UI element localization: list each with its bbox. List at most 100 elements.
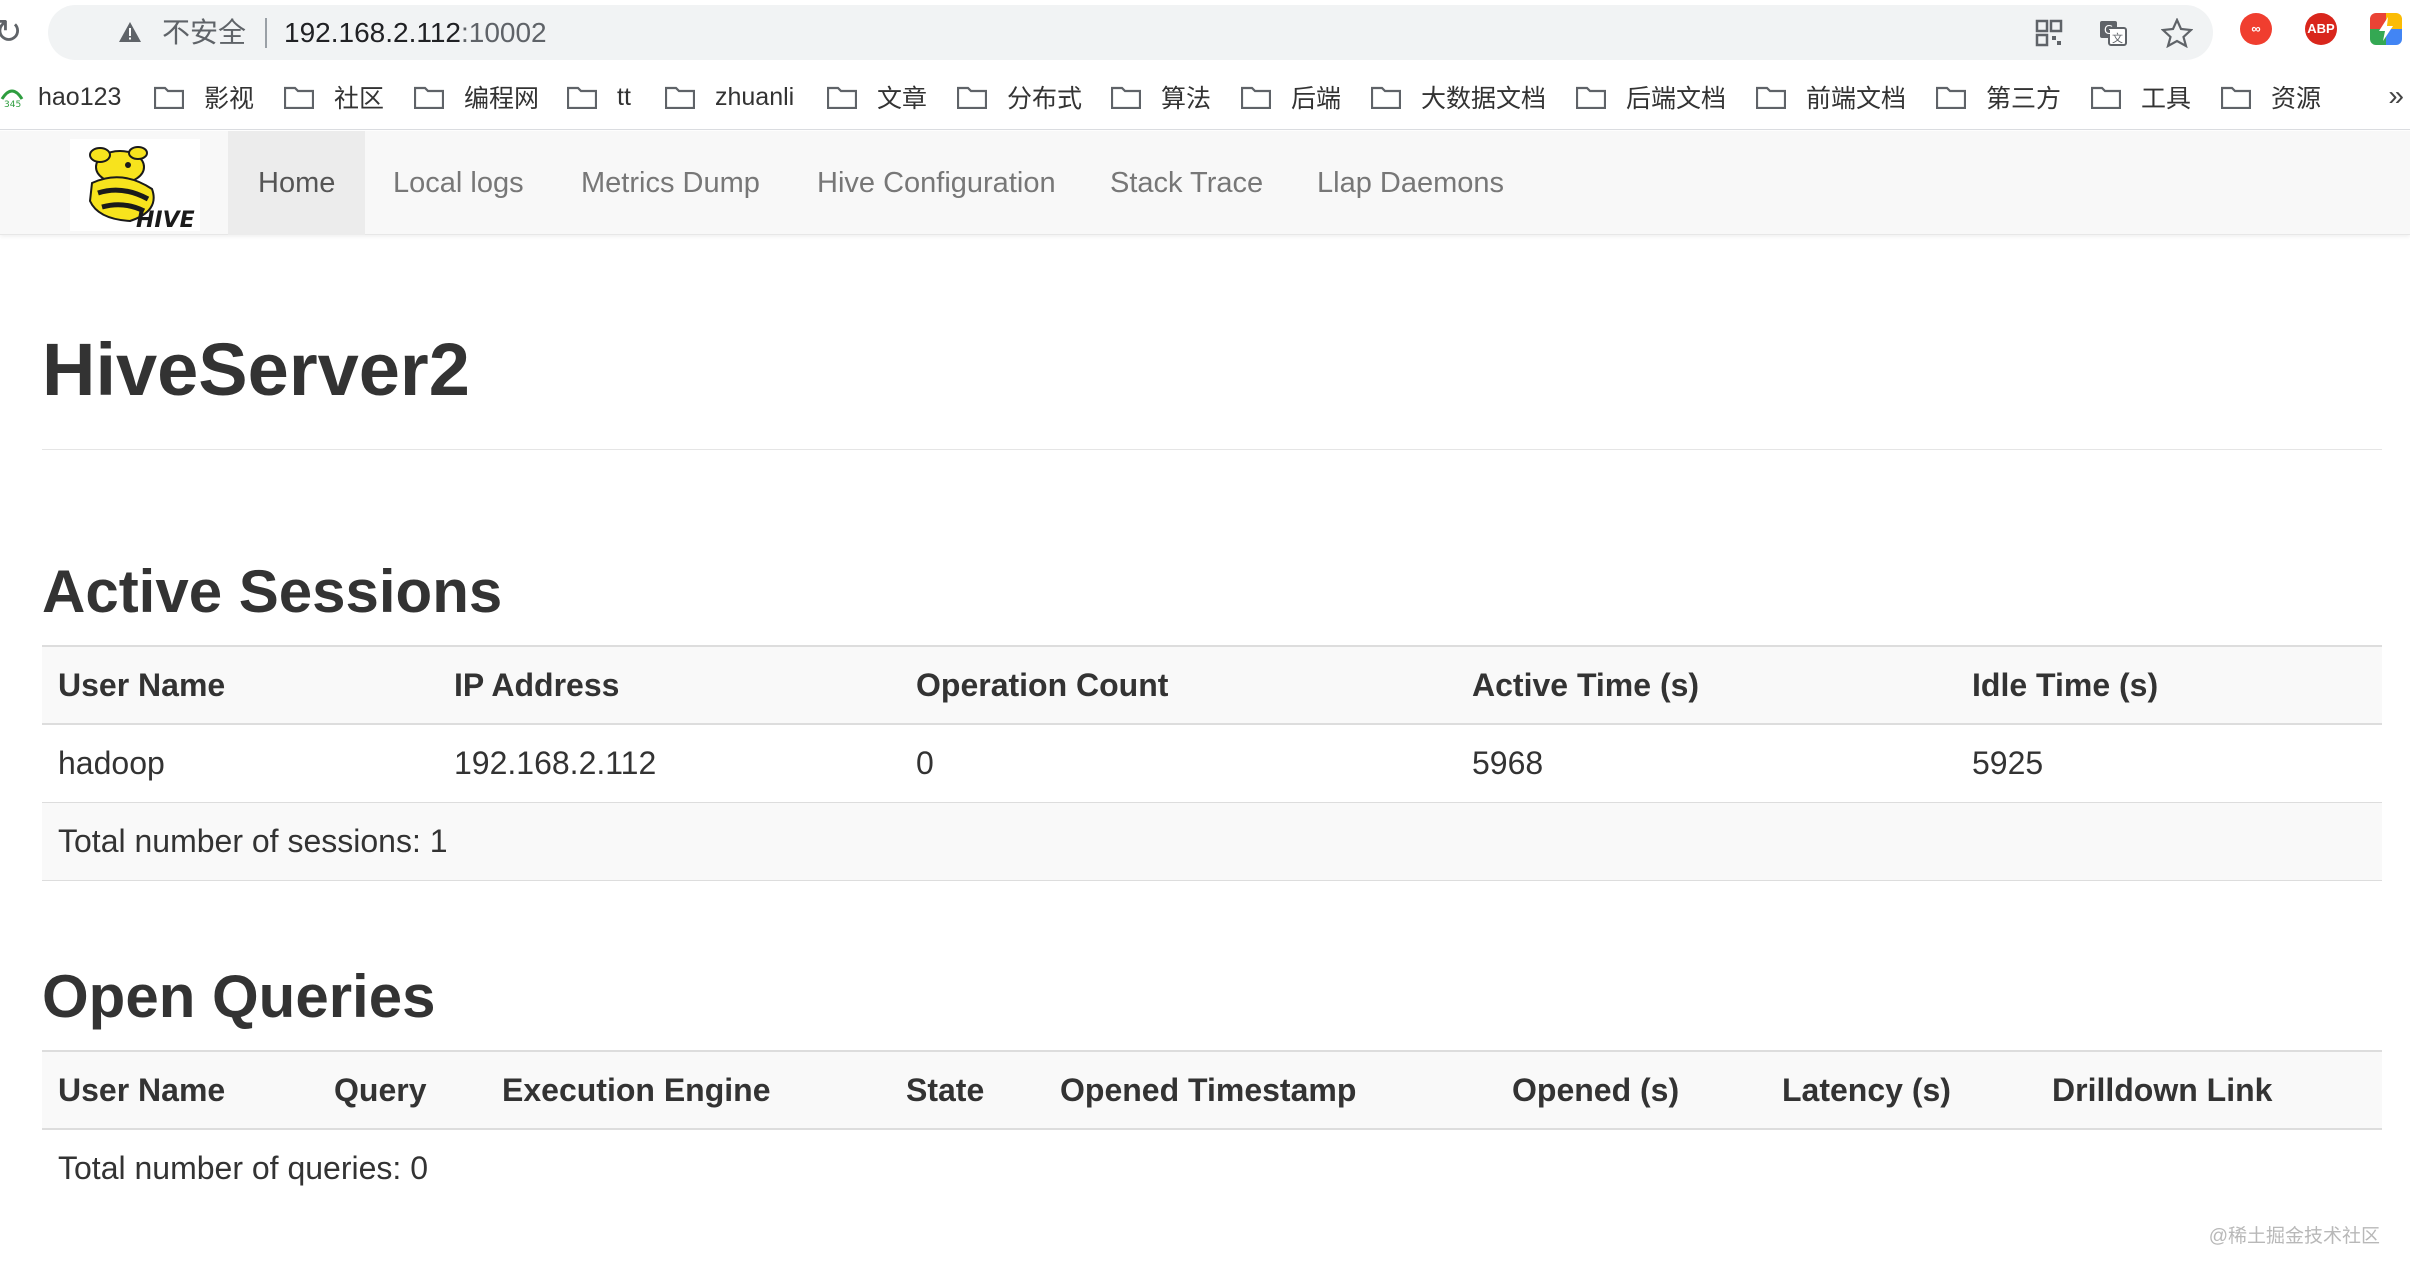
translate-icon[interactable]: G 文	[2097, 18, 2129, 48]
hao123-favicon-icon: 345	[0, 89, 24, 109]
bookmark-label: tt	[617, 82, 631, 111]
cell-user-name: hadoop	[58, 744, 165, 781]
bookmarks-bar: 345 hao123 影视 社区 编程网 tt zhuanli 文章 分布式 算…	[0, 66, 2410, 130]
nav-hive-configuration[interactable]: Hive Configuration	[787, 131, 1086, 235]
colorful-extension-icon[interactable]	[2370, 13, 2402, 45]
column-header[interactable]: Latency (s)	[1766, 1051, 2036, 1129]
watermark: @稀土掘金技术社区	[2208, 1226, 2380, 1247]
cell-operation-count: 0	[916, 744, 934, 781]
bookmark-label: 编程网	[464, 85, 540, 113]
active-sessions-title: Active Sessions	[42, 558, 503, 625]
hive-logo-icon[interactable]: HIVE	[70, 139, 200, 231]
column-header[interactable]: Query	[318, 1051, 486, 1129]
bookmark-folder[interactable]: 算法	[1110, 80, 1212, 114]
address-bar[interactable]: 不安全 192.168.2.112:10002 G 文	[48, 5, 2213, 60]
folder-icon	[1755, 85, 1787, 110]
bookmark-label: hao123	[38, 82, 122, 111]
svg-text:345: 345	[4, 100, 21, 109]
folder-icon	[566, 85, 598, 110]
bookmark-label: 第三方	[1986, 85, 2062, 113]
table-row: hadoop 192.168.2.112 0 5968 5925	[42, 724, 2382, 802]
bookmark-label: 大数据文档	[1421, 85, 1547, 113]
column-header[interactable]: IP Address	[438, 646, 900, 724]
warning-icon[interactable]	[118, 21, 142, 43]
table-header-row: User Name Query Execution Engine State O…	[42, 1051, 2382, 1129]
column-header[interactable]: Active Time (s)	[1456, 646, 1956, 724]
open-queries-title: Open Queries	[42, 963, 436, 1030]
bookmark-label: 后端	[1291, 85, 1342, 113]
folder-icon	[283, 85, 315, 110]
column-header[interactable]: User Name	[42, 646, 438, 724]
active-sessions-table: User Name IP Address Operation Count Act…	[42, 645, 2382, 881]
bookmark-folder[interactable]: 工具	[2090, 80, 2192, 114]
bookmark-folder[interactable]: 大数据文档	[1370, 80, 1547, 114]
bookmark-label: zhuanli	[715, 82, 795, 111]
hive-navbar: HIVE Home Local logs Metrics Dump Hive C…	[0, 131, 2410, 235]
bookmark-folder[interactable]: 前端文档	[1755, 80, 1907, 114]
column-header[interactable]: Opened (s)	[1496, 1051, 1766, 1129]
queries-total: Total number of queries: 0	[58, 1150, 428, 1186]
folder-icon	[413, 85, 445, 110]
table-header-row: User Name IP Address Operation Count Act…	[42, 646, 2382, 724]
title-divider	[42, 449, 2382, 450]
column-header[interactable]: Opened Timestamp	[1044, 1051, 1496, 1129]
folder-icon	[1935, 85, 1967, 110]
bookmark-label: 资源	[2271, 85, 2322, 113]
bookmark-folder[interactable]: 资源	[2220, 80, 2322, 114]
reload-icon[interactable]: ↻	[0, 14, 24, 50]
bookmark-label: 前端文档	[1806, 85, 1907, 113]
folder-icon	[826, 85, 858, 110]
open-queries-table: User Name Query Execution Engine State O…	[42, 1050, 2382, 1207]
qr-code-icon[interactable]	[2033, 18, 2065, 48]
nav-local-logs[interactable]: Local logs	[363, 131, 554, 235]
browser-toolbar: ↻ 不安全 192.168.2.112:10002 G 文 ∞ ABP	[0, 0, 2410, 66]
folder-icon	[1240, 85, 1272, 110]
insecure-label[interactable]: 不安全	[162, 17, 246, 49]
folder-icon	[153, 85, 185, 110]
bookmark-label: 工具	[2141, 85, 2192, 113]
bookmark-folder[interactable]: 后端	[1240, 80, 1342, 114]
omnibox-separator	[265, 18, 267, 48]
bookmark-label: 算法	[1161, 85, 1212, 113]
folder-icon	[956, 85, 988, 110]
star-bookmark-icon[interactable]	[2161, 18, 2193, 48]
table-total-row: Total number of sessions: 1	[42, 802, 2382, 880]
table-total-row: Total number of queries: 0	[42, 1129, 2382, 1207]
folder-icon	[1370, 85, 1402, 110]
nav-stack-trace[interactable]: Stack Trace	[1080, 131, 1293, 235]
bookmark-label: 分布式	[1007, 85, 1083, 113]
folder-icon	[1575, 85, 1607, 110]
nav-metrics-dump[interactable]: Metrics Dump	[551, 131, 790, 235]
bookmark-folder[interactable]: 分布式	[956, 80, 1083, 114]
bookmark-folder[interactable]: 影视	[153, 80, 255, 114]
bookmark-folder[interactable]: 社区	[283, 80, 385, 114]
column-header[interactable]: User Name	[42, 1051, 318, 1129]
nav-home[interactable]: Home	[228, 131, 366, 235]
bookmark-folder[interactable]: 文章	[826, 80, 928, 114]
bookmark-folder[interactable]: 第三方	[1935, 80, 2062, 114]
column-header[interactable]: Operation Count	[900, 646, 1456, 724]
sessions-total: Total number of sessions: 1	[58, 822, 448, 859]
infinity-extension-icon[interactable]: ∞	[2240, 13, 2272, 45]
bookmark-label: 影视	[204, 85, 255, 113]
url-text[interactable]: 192.168.2.112:10002	[284, 17, 547, 49]
column-header[interactable]: Drilldown Link	[2036, 1051, 2382, 1129]
bookmark-label: 社区	[334, 85, 385, 113]
bookmark-folder[interactable]: tt	[566, 80, 631, 114]
bookmark-hao123[interactable]: 345 hao123	[0, 80, 121, 114]
adblock-plus-icon[interactable]: ABP	[2305, 13, 2337, 45]
svg-text:文: 文	[2112, 31, 2123, 45]
bookmark-folder[interactable]: 后端文档	[1575, 80, 1726, 114]
bookmarks-overflow-chevron-icon[interactable]: »	[2388, 80, 2404, 112]
bookmark-folder[interactable]: zhuanli	[664, 80, 795, 114]
url-host: 192.168.2.112	[284, 17, 461, 48]
column-header[interactable]: State	[890, 1051, 1044, 1129]
bookmark-folder[interactable]: 编程网	[413, 80, 540, 114]
cell-ip-address: 192.168.2.112	[454, 744, 657, 781]
nav-llap-daemons[interactable]: Llap Daemons	[1287, 131, 1534, 235]
column-header[interactable]: Execution Engine	[486, 1051, 890, 1129]
column-header[interactable]: Idle Time (s)	[1956, 646, 2382, 724]
folder-icon	[664, 85, 696, 110]
bookmark-label: 文章	[877, 85, 928, 113]
hive-logo-text: HIVE	[136, 208, 195, 231]
